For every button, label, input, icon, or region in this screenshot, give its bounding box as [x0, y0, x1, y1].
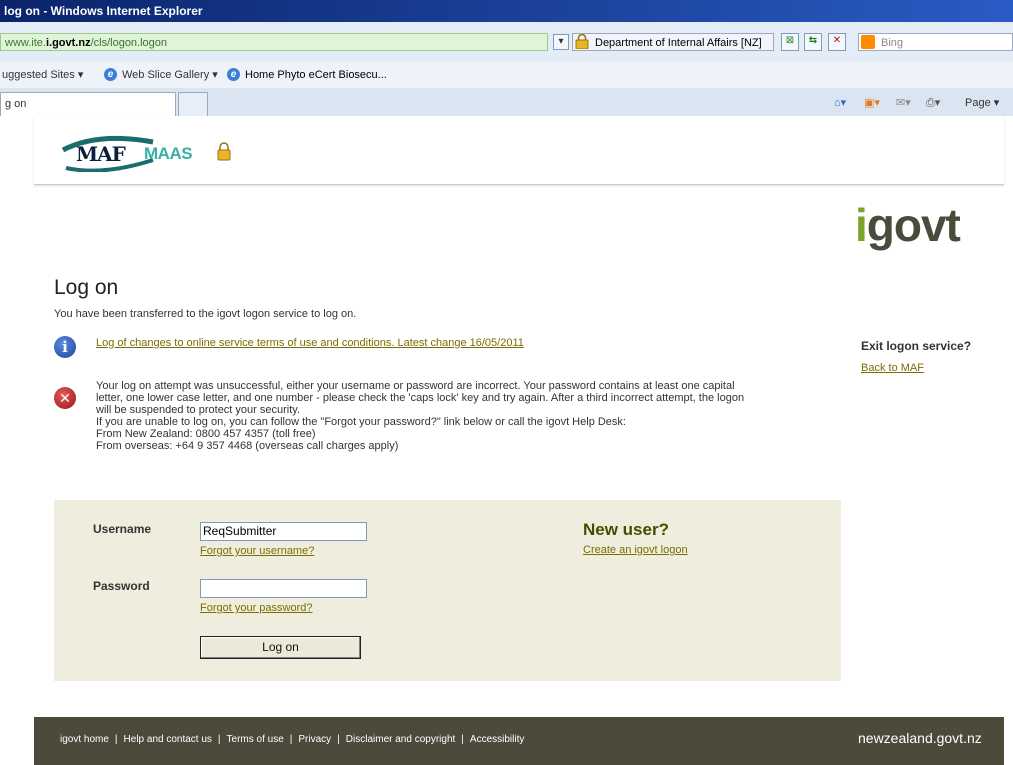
- igovt-logo-govt: govt: [866, 199, 961, 251]
- page-title: Log on: [54, 276, 119, 299]
- error-line: From overseas: +64 9 357 4468 (overseas …: [96, 440, 399, 452]
- transfer-message: You have been transferred to the igovt l…: [54, 308, 357, 320]
- ie-page-icon: e: [227, 68, 240, 81]
- security-certificate-button[interactable]: Department of Internal Affairs [NZ]: [572, 33, 774, 51]
- error-line: Your log on attempt was unsuccessful, ei…: [96, 380, 735, 392]
- footer-link-disclaimer[interactable]: Disclaimer and copyright: [346, 734, 456, 745]
- address-toolbar: www.ite.i.govt.nz/cls/logon.logon ▾ Depa…: [0, 22, 1013, 63]
- terms-changelog-link[interactable]: Log of changes to online service terms o…: [96, 337, 524, 349]
- error-line: If you are unable to log on, you can fol…: [96, 416, 626, 428]
- maas-brand-text: MAAS: [144, 144, 193, 163]
- favorites-item-suggested-sites[interactable]: uggested Sites ▾: [2, 62, 83, 88]
- new-user-heading: New user?: [583, 520, 669, 539]
- error-message: Your log on attempt was unsuccessful, ei…: [96, 380, 836, 452]
- bing-icon: [861, 35, 875, 49]
- window-title-bar: log on - Windows Internet Explorer: [0, 0, 1013, 22]
- compatibility-view-icon[interactable]: ⊠: [781, 33, 799, 51]
- footer-separator: |: [289, 734, 293, 745]
- page-margin-left: [0, 116, 34, 765]
- igovt-logo-i: i: [855, 199, 868, 251]
- url-domain: i.govt.nz: [45, 37, 91, 49]
- footer-separator: |: [217, 734, 221, 745]
- newzealand-govt-logo[interactable]: newzealand.govt.nz: [858, 730, 982, 746]
- maf-brand-text: MAF: [76, 142, 126, 166]
- log-on-button[interactable]: Log on: [200, 636, 361, 659]
- error-line: From New Zealand: 0800 457 4357 (toll fr…: [96, 428, 316, 440]
- command-bar: ⌂▾ ▣▾ ✉▾ ⎙▾ Page ▾: [834, 92, 1013, 114]
- tab-log-on[interactable]: g on: [0, 92, 176, 116]
- login-panel: [54, 500, 841, 681]
- favorites-item-web-slice-gallery[interactable]: Web Slice Gallery ▾: [122, 62, 218, 88]
- refresh-icon[interactable]: ⇆: [804, 33, 822, 51]
- footer-link-terms[interactable]: Terms of use: [227, 734, 284, 745]
- page-margin-right: [1004, 116, 1013, 765]
- lock-icon: [575, 34, 589, 49]
- forgot-username-link[interactable]: Forgot your username?: [200, 545, 314, 557]
- footer-separator: |: [337, 734, 340, 745]
- error-line: will be suspended to protect your securi…: [96, 404, 301, 416]
- favorites-bar: uggested Sites ▾ e Web Slice Gallery ▾ e…: [0, 62, 1013, 89]
- footer-separator: |: [461, 734, 464, 745]
- exit-logon-heading: Exit logon service?: [861, 339, 972, 353]
- address-dropdown-button[interactable]: ▾: [553, 34, 569, 50]
- igovt-logo: igovt: [855, 199, 961, 251]
- error-line: letter, one lower case letter, and one n…: [96, 392, 745, 404]
- url-path: /cls/logon.logon: [90, 37, 168, 49]
- error-icon: ✕: [54, 387, 76, 409]
- username-label: Username: [93, 522, 152, 536]
- maf-maas-logo: MAF MAAS: [58, 132, 238, 173]
- create-igovt-logon-link[interactable]: Create an igovt logon: [583, 544, 688, 556]
- footer-links: igovt home | Help and contact us | Terms of …: [60, 734, 524, 745]
- print-icon[interactable]: ⎙▾: [926, 92, 940, 114]
- new-tab-button[interactable]: [178, 92, 208, 116]
- favorites-item-home-phyto[interactable]: Home Phyto eCert Biosecu...: [245, 62, 387, 88]
- footer-link-help[interactable]: Help and contact us: [124, 734, 212, 745]
- footer-separator: |: [114, 734, 118, 745]
- mail-icon[interactable]: ✉▾: [896, 92, 911, 114]
- username-field[interactable]: ReqSubmitter: [200, 522, 367, 541]
- forgot-password-link[interactable]: Forgot your password?: [200, 602, 313, 614]
- ie-page-icon: e: [104, 68, 117, 81]
- password-field[interactable]: [200, 579, 367, 598]
- home-icon[interactable]: ⌂▾: [834, 92, 846, 114]
- footer-link-privacy[interactable]: Privacy: [298, 734, 331, 745]
- page-menu[interactable]: Page ▾: [965, 92, 999, 114]
- password-label: Password: [93, 579, 150, 593]
- feeds-icon[interactable]: ▣▾: [864, 92, 880, 114]
- stop-icon[interactable]: ✕: [828, 33, 846, 51]
- back-to-maf-link[interactable]: Back to MAF: [861, 362, 924, 374]
- info-icon: i: [54, 336, 76, 358]
- address-input[interactable]: www.ite.i.govt.nz/cls/logon.logon: [0, 33, 548, 51]
- footer-link-igovt-home[interactable]: igovt home: [60, 734, 109, 745]
- search-input[interactable]: Bing: [858, 33, 1013, 51]
- footer-link-accessibility[interactable]: Accessibility: [470, 734, 524, 745]
- url-prefix: www.ite.: [5, 37, 46, 49]
